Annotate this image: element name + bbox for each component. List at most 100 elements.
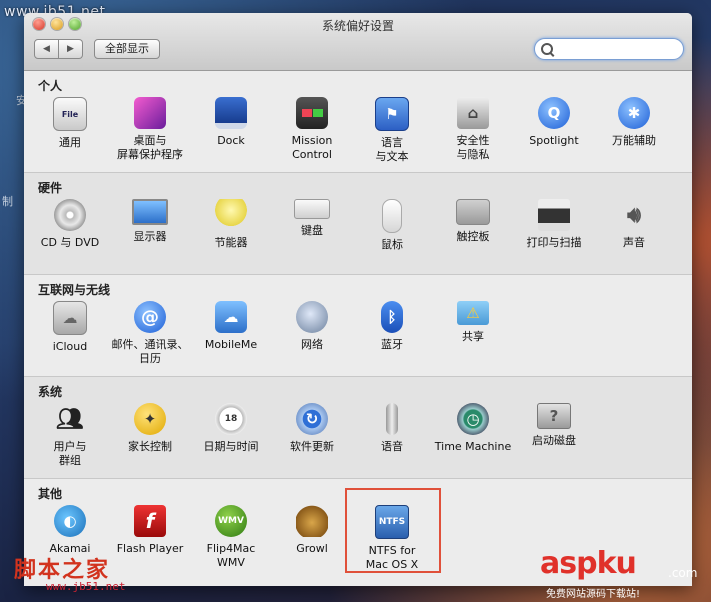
pref-desktop[interactable]: 桌面与 屏幕保护程序 [110,97,190,162]
pref-time-machine[interactable]: ◷ Time Machine [433,403,513,454]
pref-cd-dvd[interactable]: CD 与 DVD [30,199,110,250]
forward-button[interactable]: ▶ [59,39,83,59]
language-icon: ⚑ [375,97,409,131]
titlebar: 系统偏好设置 ◀ ▶ 全部显示 [24,13,692,71]
pref-label: 显示器 [133,230,167,243]
section-system: 系统 👥︎ 用户与 群组 ✦ 家长控制 18 日期与时间 ↻ 软件更新 语音 ◷… [24,377,692,479]
pref-general[interactable]: File 通用 [30,97,110,150]
pref-speech[interactable]: 语音 [352,403,432,454]
pref-label: 软件更新 [290,440,334,453]
pref-mobileme[interactable]: ☁ MobileMe [191,301,271,352]
energy-icon [215,199,247,231]
pref-akamai[interactable]: ◐ Akamai [30,505,110,556]
pref-spotlight[interactable]: Q Spotlight [514,97,594,148]
display-icon [132,199,168,225]
section-title: 互联网与无线 [38,283,111,297]
pref-keyboard[interactable]: 键盘 [272,199,352,238]
pref-label: 桌面与 屏幕保护程序 [117,134,183,161]
users-icon: 👥︎ [56,406,84,432]
window-title: 系统偏好设置 [321,19,394,33]
mouse-icon [382,199,402,233]
watermark-aspku-sub: 免费网站源码下载站! [546,589,641,600]
pref-trackpad[interactable]: 触控板 [433,199,513,244]
printer-icon [538,199,570,231]
pref-label: CD 与 DVD [40,236,100,249]
pref-software-update[interactable]: ↻ 软件更新 [272,403,352,454]
pref-label: 语音 [381,440,403,453]
keyboard-icon [294,199,330,219]
pref-label: 日期与时间 [203,440,259,453]
pref-flash[interactable]: f Flash Player [110,505,190,556]
pref-icloud[interactable]: ☁ iCloud [30,301,110,354]
ntfs-highlight-box [345,488,441,573]
pref-label: 鼠标 [381,238,403,251]
chevron-left-icon: ◀ [43,44,50,54]
cd-icon [54,199,86,231]
pref-date-time[interactable]: 18 日期与时间 [191,403,271,454]
pref-label: 通用 [59,136,81,149]
search-input[interactable] [534,38,684,60]
chevron-right-icon: ▶ [67,44,74,54]
dock-icon [215,97,247,129]
sound-icon: 🔊︎ [627,202,641,228]
pref-label: 启动磁盘 [532,434,576,447]
pref-label: Spotlight [529,134,579,147]
pref-bluetooth[interactable]: ᛒ 蓝牙 [352,301,432,352]
pref-label: 语言 与文本 [375,136,409,163]
icloud-icon: ☁ [53,301,87,335]
pref-label: Growl [296,542,328,555]
pref-users[interactable]: 👥︎ 用户与 群组 [30,403,110,468]
pref-mission-control[interactable]: Mission Control [272,97,352,162]
spotlight-icon: Q [538,97,570,129]
pref-label: 用户与 群组 [53,440,87,467]
accessibility-icon: ✱ [618,97,650,129]
pref-label: Flip4Mac WMV [206,542,256,569]
pref-security[interactable]: ⌂ 安全性 与隐私 [433,97,513,162]
microphone-icon [386,403,398,435]
section-title: 个人 [38,79,63,93]
mission-control-icon [296,97,328,129]
search-icon [541,43,553,55]
general-icon: File [53,97,87,131]
pref-label: 万能辅助 [612,134,656,147]
pref-label: 声音 [623,236,645,249]
trackpad-icon [456,199,490,225]
pref-language[interactable]: ⚑ 语言 与文本 [352,97,432,164]
pref-mail[interactable]: @ 邮件、通讯录、 日历 [110,301,190,366]
pref-sound[interactable]: 🔊︎ 声音 [594,199,674,250]
pref-mouse[interactable]: 鼠标 [352,199,432,252]
pref-label: iCloud [52,340,88,353]
pref-display[interactable]: 显示器 [110,199,190,244]
pref-label: Time Machine [434,440,512,453]
nav-buttons: ◀ ▶ [34,39,83,59]
pref-flip4mac[interactable]: WMV Flip4Mac WMV [191,505,271,570]
flip4mac-icon: WMV [215,505,247,537]
pref-sharing[interactable]: ⚠ 共享 [433,301,513,344]
pref-growl[interactable]: Growl [272,505,352,556]
mobileme-icon: ☁ [215,301,247,333]
section-title: 系统 [38,385,63,399]
bluetooth-icon: ᛒ [381,301,403,333]
pref-label: 打印与扫描 [526,236,582,249]
pref-energy[interactable]: 节能器 [191,199,271,250]
show-all-button[interactable]: 全部显示 [94,39,160,59]
pref-parental[interactable]: ✦ 家长控制 [110,403,190,454]
watermark-bottom-left-url: www.jb51.net [46,580,126,593]
pref-startup-disk[interactable]: ? 启动磁盘 [514,403,594,448]
network-icon [296,301,328,333]
pref-label: 邮件、通讯录、 日历 [111,338,189,365]
section-internet: 互联网与无线 ☁ iCloud @ 邮件、通讯录、 日历 ☁ MobileMe … [24,275,692,377]
back-button[interactable]: ◀ [34,39,59,59]
pref-accessibility[interactable]: ✱ 万能辅助 [594,97,674,148]
section-title: 其他 [38,487,63,501]
time-machine-icon: ◷ [457,403,489,435]
update-icon: ↻ [296,403,328,435]
pref-label: 网络 [301,338,323,351]
watermark-aspku-suffix: .com [668,566,698,580]
pref-print-scan[interactable]: 打印与扫描 [514,199,594,250]
section-personal: 个人 File 通用 桌面与 屏幕保护程序 Dock Mission Contr… [24,71,692,173]
pref-dock[interactable]: Dock [191,97,271,148]
desktop-text: 制 [2,195,13,208]
pref-label: Dock [217,134,245,147]
pref-network[interactable]: 网络 [272,301,352,352]
